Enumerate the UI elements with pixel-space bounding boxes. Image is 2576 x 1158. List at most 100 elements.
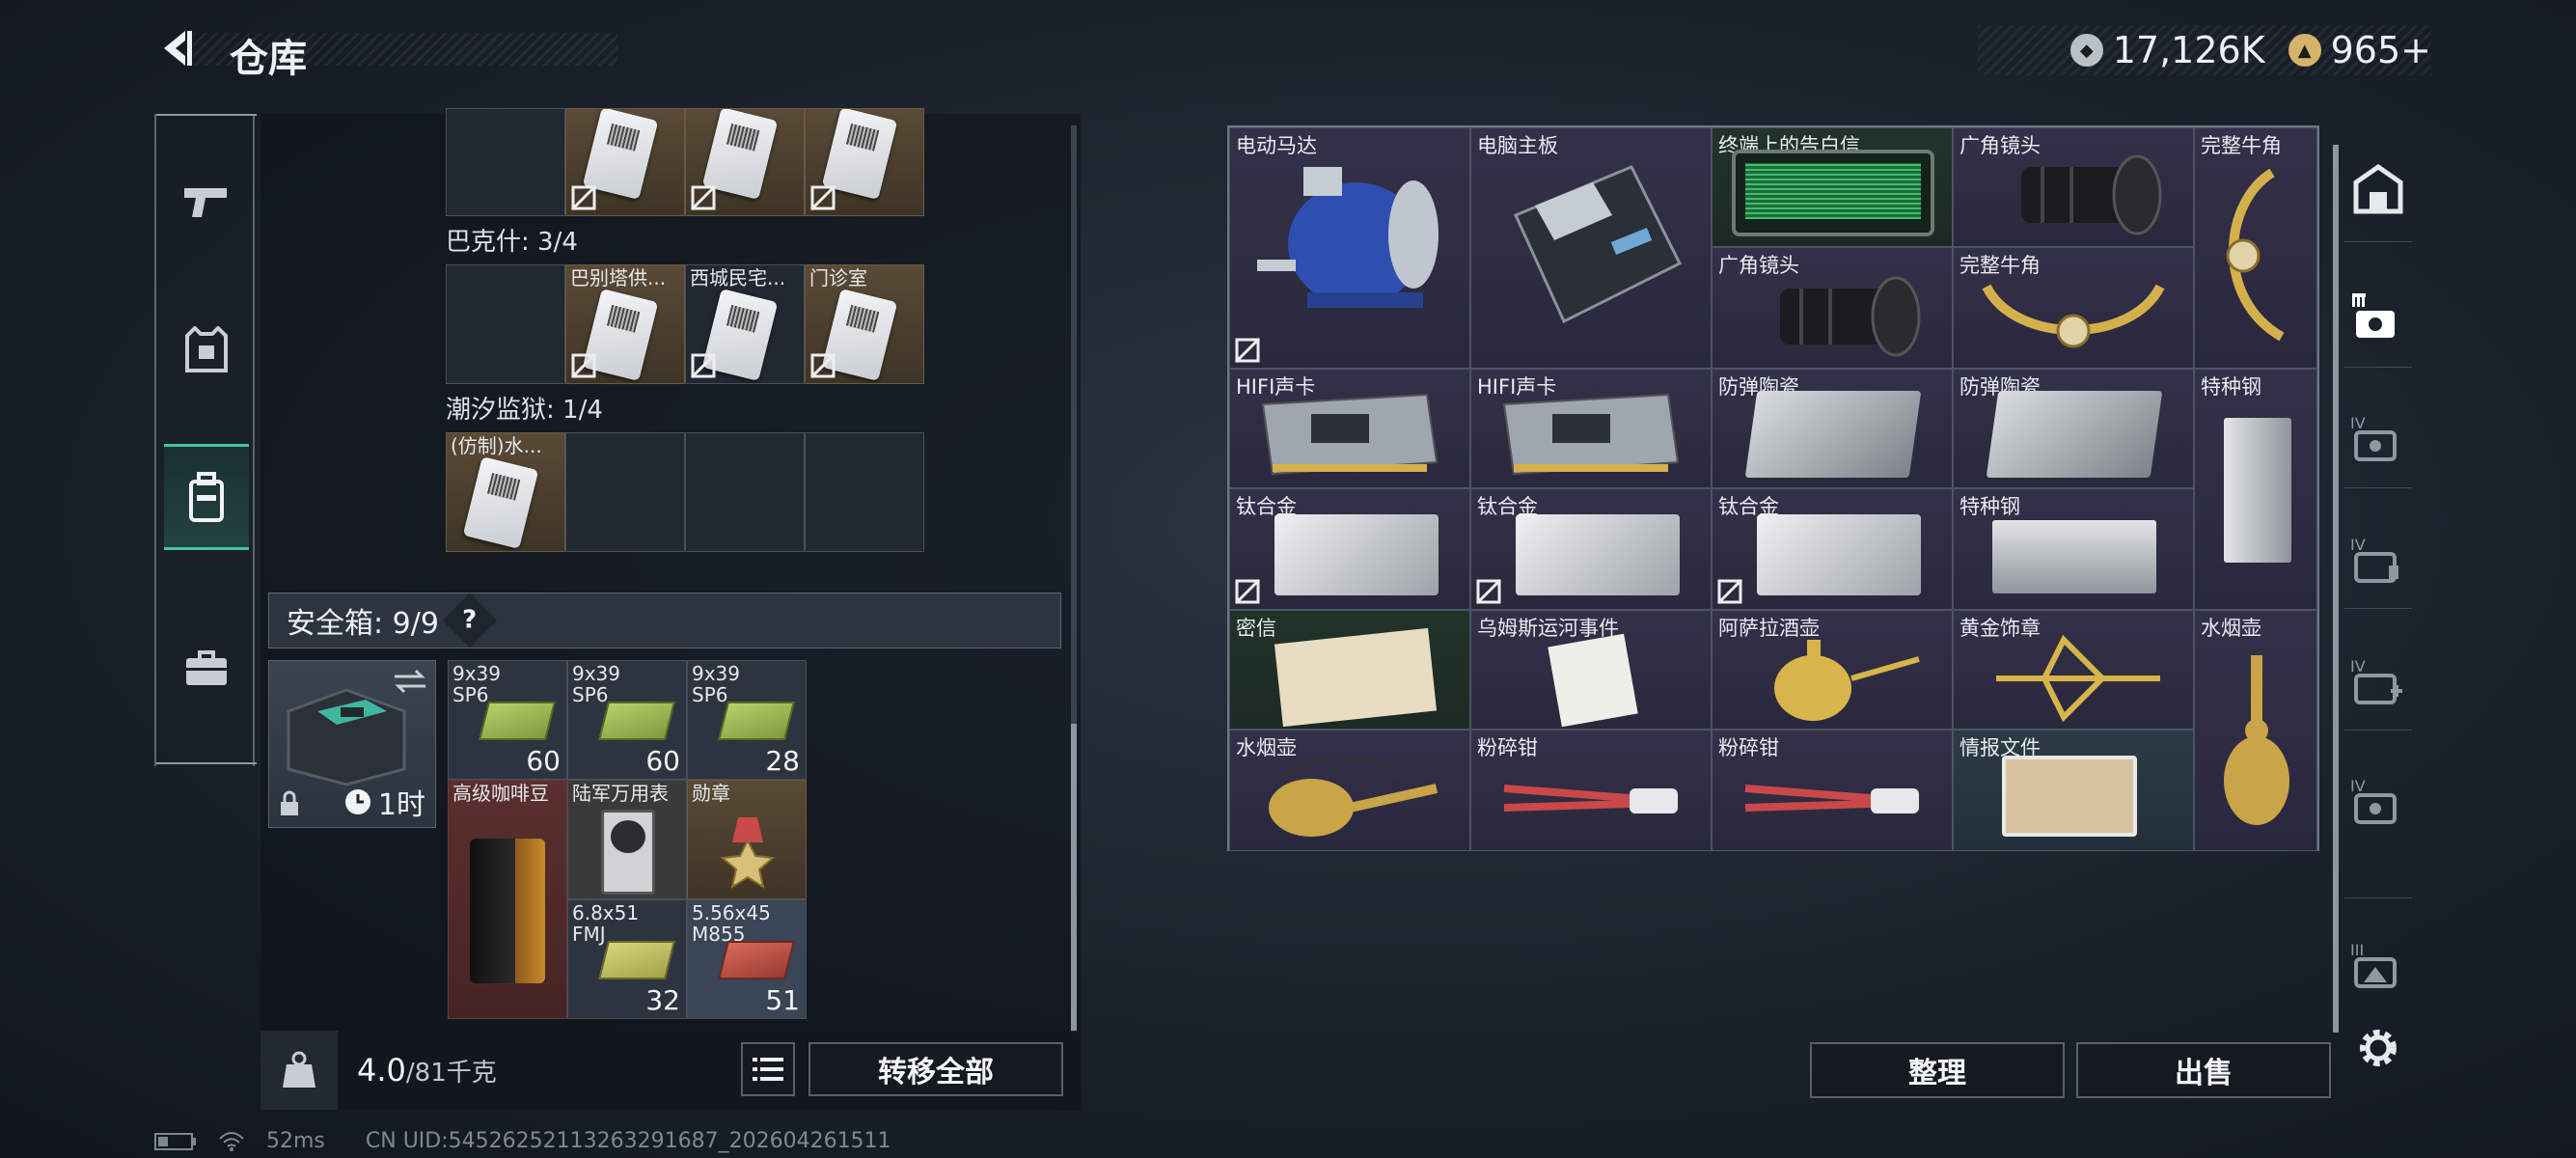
keycard-slot[interactable]: (仿制)水... [446, 432, 565, 552]
motherboard-icon [1513, 165, 1683, 324]
golden-flask-icon [1774, 640, 1920, 721]
stash-item-gold-emblem[interactable]: 黄金饰章 [1953, 610, 2194, 730]
sell-button[interactable]: 出售 [2076, 1042, 2331, 1098]
stash-item-ox-horn[interactable]: 完整牛角 [1953, 247, 2194, 369]
stash-item-hifi-card[interactable]: HIFI声卡 [1470, 369, 1712, 488]
ammo-slot[interactable]: 9x39 SP6 60 [567, 660, 687, 780]
stash-item-crusher-pliers[interactable]: 粉碎钳 [1712, 730, 1953, 851]
ammo-slot[interactable]: 6.8x51 FMJ 32 [567, 899, 687, 1019]
gold-emblem-icon [1996, 634, 2160, 723]
weight-icon [283, 1051, 315, 1088]
stash-item-crusher-pliers[interactable]: 粉碎钳 [1470, 730, 1712, 851]
stash-item-hookah[interactable]: 水烟壶 [1229, 730, 1470, 851]
sort-button[interactable]: 整理 [1810, 1042, 2065, 1098]
grid-slot-empty[interactable] [446, 264, 565, 384]
currency-havoc-coin[interactable]: ◆ 17,126K [2069, 29, 2265, 71]
hookah-icon [1269, 756, 1439, 837]
stash-item-asala-flask[interactable]: 阿萨拉酒壶 [1712, 610, 1953, 730]
stash-grid: 电动马达 电脑主板 终端上的告白信 广角镜头 完整牛角 广角镜头 完整牛角 HI… [1227, 125, 2319, 851]
multimeter-slot[interactable]: 陆军万用表 [567, 780, 687, 899]
stash-item-wide-lens[interactable]: 广角镜头 [1712, 247, 1953, 369]
no-trade-icon [690, 184, 717, 211]
sidebar-item-stash-4b[interactable]: IV [2344, 521, 2412, 598]
no-trade-icon [1234, 578, 1261, 605]
weight-readout: 4.0/81千克 [357, 1052, 497, 1089]
currency-triangle-coin[interactable]: ▲ 965+ [2288, 29, 2431, 71]
grid-slot-empty[interactable] [565, 432, 685, 552]
keycard-slot[interactable]: 巴别塔供... [565, 264, 685, 384]
stash-tier-iii-icon [2352, 293, 2395, 338]
stash-item-motherboard[interactable]: 电脑主板 [1470, 127, 1712, 369]
swap-icon[interactable] [393, 667, 427, 696]
grid-slot-empty[interactable] [685, 432, 805, 552]
keycard-slot[interactable]: 西城民宅... [685, 264, 805, 384]
stash-item-titanium[interactable]: 钛合金 [1712, 488, 1953, 610]
stash-item-special-steel[interactable]: 特种钢 [1953, 488, 2194, 610]
stash-item-titanium[interactable]: 钛合金 [1470, 488, 1712, 610]
currency-bar: ◆ 17,126K ▲ 965+ [1978, 25, 2431, 75]
svg-text:III: III [2350, 941, 2364, 959]
item-label: 5.56x45 M855 [692, 901, 771, 946]
hookah-icon [2224, 655, 2289, 825]
sidebar-divider [2344, 730, 2412, 731]
ammo-slot[interactable]: 9x39 SP6 60 [448, 660, 567, 780]
no-trade-icon [570, 352, 597, 379]
wifi-icon [219, 1131, 244, 1151]
grid-slot-empty[interactable] [446, 108, 565, 216]
item-count: 28 [765, 745, 800, 777]
sidebar-item-stash-4a[interactable]: IV [2344, 400, 2412, 477]
titanium-ingot-icon [1516, 514, 1680, 595]
page-title: 仓库 [230, 37, 307, 81]
help-button[interactable]: ? [442, 593, 498, 648]
currency-2-value: 965+ [2330, 29, 2431, 71]
list-view-button[interactable] [741, 1042, 795, 1096]
no-trade-icon [690, 352, 717, 379]
stash-item-wide-lens[interactable]: 广角镜头 [1953, 127, 2194, 247]
camera-lens-icon [1780, 276, 1921, 357]
category-backpack[interactable] [164, 444, 249, 550]
stash-item-confession-letter[interactable]: 终端上的告白信 [1712, 127, 1953, 247]
clock-icon [344, 789, 370, 814]
category-case[interactable] [164, 616, 249, 722]
keycard-slot[interactable] [805, 108, 924, 216]
sidebar-item-stash-4d[interactable]: IV [2344, 762, 2412, 840]
stash-item-ox-horn[interactable]: 完整牛角 [2194, 127, 2317, 369]
transfer-all-button[interactable]: 转移全部 [808, 1042, 1063, 1096]
stash-item-titanium[interactable]: 钛合金 [1229, 488, 1470, 610]
armor-vest-icon [185, 326, 228, 372]
no-trade-icon [809, 352, 836, 379]
backpack-scrollbar-thumb[interactable] [1071, 724, 1077, 1033]
category-weapon[interactable] [164, 149, 249, 255]
sidebar-item-stash-3b[interactable]: III [2344, 926, 2412, 1004]
rail-divider [156, 114, 257, 116]
steel-bar-icon [1992, 520, 2156, 593]
ammo-slot[interactable]: 9x39 SP6 28 [687, 660, 807, 780]
keycard-slot[interactable] [685, 108, 805, 216]
stash-item-motor[interactable]: 电动马达 [1229, 127, 1470, 369]
stash-item-ceramic-plate[interactable]: 防弹陶瓷 [1953, 369, 2194, 488]
stash-item-secret-letter[interactable]: 密信 [1229, 610, 1470, 730]
right-scrollbar[interactable] [2333, 145, 2339, 1033]
back-button[interactable] [154, 25, 197, 71]
safebox-container[interactable]: 1时 [268, 660, 436, 828]
ammo-slot[interactable]: 5.56x45 M855 51 [687, 899, 807, 1019]
medal-slot[interactable]: 勋章 [687, 780, 807, 899]
stash-item-hookah[interactable]: 水烟壶 [2194, 610, 2317, 851]
titanium-ingot-icon [1757, 514, 1921, 595]
stash-item-special-steel[interactable]: 特种钢 [2194, 369, 2317, 610]
stash-item-ceramic-plate[interactable]: 防弹陶瓷 [1712, 369, 1953, 488]
category-armor[interactable] [164, 297, 249, 403]
keycard-slot[interactable] [565, 108, 685, 216]
grid-slot-empty[interactable] [805, 432, 924, 552]
sidebar-item-stash-1[interactable] [2344, 151, 2412, 228]
sidebar-item-stash-3-active[interactable] [2344, 278, 2412, 355]
sidebar-item-stash-4c[interactable]: IV [2344, 643, 2412, 720]
stash-item-hifi-card[interactable]: HIFI声卡 [1229, 369, 1470, 488]
multimeter-icon [601, 810, 655, 895]
keycard-slot[interactable]: 门诊室 [805, 264, 924, 384]
coffee-beans-slot[interactable]: 高级咖啡豆 [448, 780, 567, 1019]
ammo-box-icon [718, 702, 795, 740]
stash-item-canal-incident[interactable]: 乌姆斯运河事件 [1470, 610, 1712, 730]
settings-button[interactable] [2344, 1009, 2412, 1087]
stash-item-intel-file[interactable]: 情报文件 [1953, 730, 2194, 851]
